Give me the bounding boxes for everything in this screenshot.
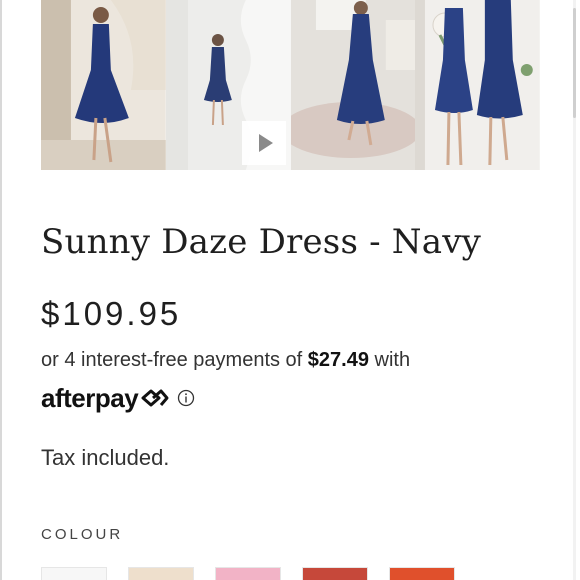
page-left-border [0, 0, 2, 580]
afterpay-wordmark: afterpay [41, 382, 139, 413]
colour-swatch-pink[interactable] [215, 567, 281, 580]
gallery-thumbnail-4[interactable] [415, 0, 540, 170]
colour-swatch-rust[interactable] [302, 567, 368, 580]
colour-swatch-white[interactable] [41, 567, 107, 580]
product-image-gallery [41, 0, 540, 170]
colour-label: COLOUR [41, 526, 124, 543]
installment-prefix: or 4 interest-free payments of [41, 349, 308, 371]
scrollbar-thumb[interactable] [573, 8, 576, 118]
installment-amount: $27.49 [307, 349, 369, 371]
afterpay-arrows-icon [141, 389, 169, 407]
installment-suffix: with [368, 349, 411, 371]
product-price: $109.95 [41, 295, 182, 332]
play-icon [259, 134, 273, 152]
gallery-thumbnail-3[interactable] [290, 0, 416, 170]
product-title: Sunny Daze Dress - Navy [41, 222, 482, 262]
colour-swatch-orange[interactable] [389, 567, 455, 580]
info-icon[interactable] [177, 389, 195, 407]
installment-info: or 4 interest-free payments of $27.49 wi… [41, 349, 410, 372]
colour-swatch-cream[interactable] [128, 567, 194, 580]
tax-note: Tax included. [41, 445, 170, 470]
colour-swatches [41, 567, 476, 580]
afterpay-row: afterpay [41, 381, 195, 415]
gallery-thumbnail-1[interactable] [41, 0, 166, 170]
video-play-button[interactable] [242, 121, 286, 165]
